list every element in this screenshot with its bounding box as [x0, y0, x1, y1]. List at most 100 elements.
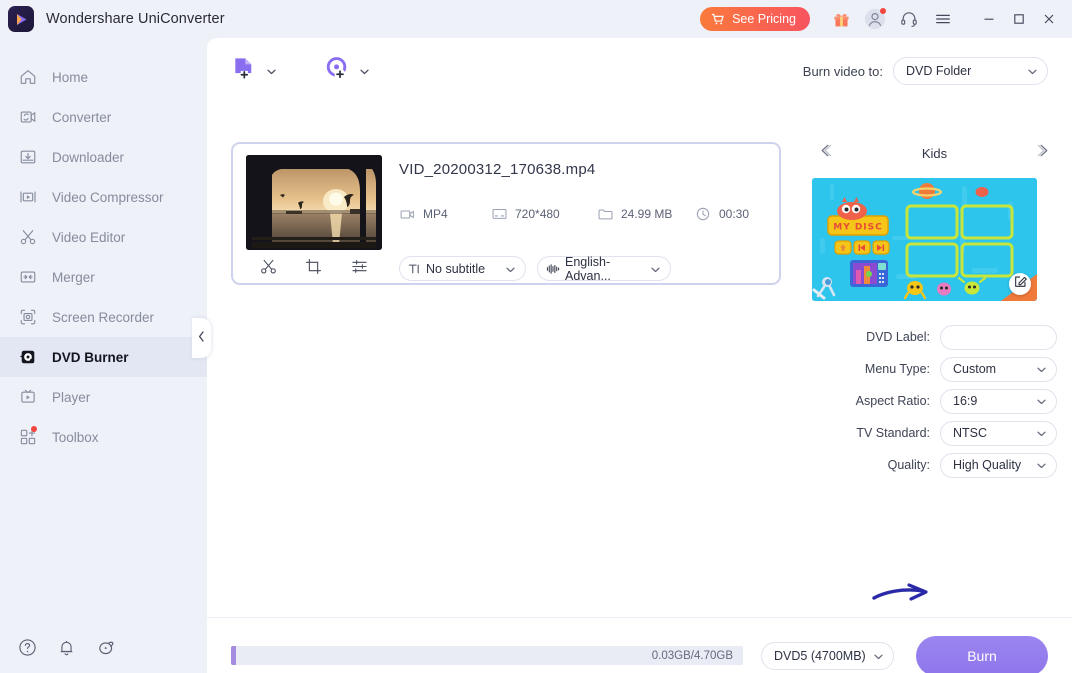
disc-capacity-bar: 0.03GB/4.70GB: [231, 646, 743, 665]
home-icon: [18, 67, 38, 87]
main-panel: Burn video to: DVD Folder VID_20200312_1…: [207, 38, 1072, 673]
sidebar-item-downloader[interactable]: Downloader: [0, 137, 207, 177]
sidebar-collapse-button[interactable]: [192, 318, 211, 358]
quality-select-label: Quality:: [887, 458, 930, 472]
close-button[interactable]: [1034, 4, 1064, 34]
file-card[interactable]: VID_20200312_170638.mp4 MP4 720*480 24.9…: [231, 142, 781, 285]
resolution-icon: [491, 206, 507, 222]
burn-video-to-group: Burn video to: DVD Folder: [803, 57, 1048, 85]
meta-resolution-value: 720*480: [515, 207, 560, 221]
sidebar-item-screen-recorder[interactable]: Screen Recorder: [0, 297, 207, 337]
chevron-down-icon: [1037, 362, 1046, 376]
chevron-down-icon: [1037, 426, 1046, 440]
add-file-icon: [231, 55, 258, 87]
menu-type-select-label: Menu Type:: [864, 362, 930, 376]
hamburger-menu-icon[interactable]: [928, 4, 958, 34]
aspect-ratio-select-value: 16:9: [953, 394, 978, 408]
file-name: VID_20200312_170638.mp4: [399, 161, 596, 178]
sidebar-item-merger[interactable]: Merger: [0, 257, 207, 297]
sidebar-item-label: Home: [52, 69, 89, 85]
sidebar-item-player[interactable]: Player: [0, 377, 207, 417]
sidebar-item-label: DVD Burner: [52, 349, 129, 365]
chevron-down-icon: [874, 649, 883, 663]
dvd-settings-form: DVD Label: Menu Type: Custom Aspect Ratio: 1…: [812, 321, 1057, 481]
meta-size-value: 24.99 MB: [621, 207, 673, 221]
disc-type-value: DVD5 (4700MB): [774, 648, 866, 663]
template-preview[interactable]: MY DISC: [812, 178, 1037, 301]
audio-track-select[interactable]: English-Advan...: [537, 254, 671, 283]
merger-icon: [18, 267, 38, 287]
template-navigator: Kids: [812, 138, 1057, 168]
window-controls: [974, 4, 1064, 34]
burn-button[interactable]: Burn: [916, 635, 1048, 673]
template-next-button[interactable]: [1031, 140, 1057, 166]
disc-capacity-text: 0.03GB/4.70GB: [651, 649, 733, 662]
trim-icon[interactable]: [257, 254, 281, 278]
menu-type-select[interactable]: Custom: [940, 356, 1057, 382]
sidebar-item-home[interactable]: Home: [0, 57, 207, 97]
meta-duration-value: 00:30: [719, 207, 750, 221]
chevron-left-icon: [198, 329, 205, 347]
video-compressor-icon: [18, 187, 38, 207]
chevron-down-icon: [1037, 394, 1046, 408]
edit-template-button[interactable]: [1009, 273, 1031, 295]
menu-type-select-value: Custom: [953, 362, 997, 376]
dvd-label-input[interactable]: [940, 324, 1057, 350]
help-icon[interactable]: [16, 636, 38, 658]
subtitle-icon: [408, 263, 421, 275]
scissors-icon: [18, 227, 38, 247]
see-pricing-button[interactable]: See Pricing: [700, 7, 810, 31]
sidebar-item-label: Downloader: [52, 149, 125, 165]
theme-icon[interactable]: [94, 636, 116, 658]
notification-bell-icon[interactable]: [55, 636, 77, 658]
sidebar-item-label: Merger: [52, 269, 95, 285]
subtitle-select[interactable]: No subtitle: [399, 256, 526, 281]
meta-format-value: MP4: [423, 207, 448, 221]
quality-select-value: High Quality: [953, 458, 1022, 472]
sidebar-item-label: Converter: [52, 109, 112, 125]
sidebar-item-toolbox[interactable]: Toolbox: [0, 417, 207, 457]
app-window: Wondershare UniConverter See Pricing Hom…: [0, 0, 1072, 673]
account-icon[interactable]: [860, 4, 890, 34]
tv-standard-select-row: TV Standard: NTSC: [812, 417, 1057, 449]
support-headset-icon[interactable]: [894, 4, 924, 34]
sidebar-item-video-compressor[interactable]: Video Compressor: [0, 177, 207, 217]
titlebar-icon-group: [826, 4, 958, 34]
track-selectors: No subtitle English-Advan...: [399, 254, 671, 283]
minimize-button[interactable]: [974, 4, 1004, 34]
quality-select[interactable]: High Quality: [940, 452, 1057, 478]
svg-text:MY DISC: MY DISC: [833, 223, 883, 233]
effects-icon[interactable]: [347, 254, 371, 278]
sidebar-item-label: Player: [52, 389, 91, 405]
cart-icon: [711, 13, 725, 26]
maximize-button[interactable]: [1004, 4, 1034, 34]
chevron-down-icon: [1028, 64, 1037, 78]
sidebar-nav: Home Converter Downloader Video Compressor V…: [0, 38, 207, 457]
video-thumbnail[interactable]: [246, 155, 382, 250]
meta-duration: 00:30: [695, 206, 749, 222]
sidebar-item-label: Video Editor: [52, 229, 126, 245]
add-disc-button[interactable]: [324, 55, 369, 87]
sidebar-item-video-editor[interactable]: Video Editor: [0, 217, 207, 257]
tv-standard-select-label: TV Standard:: [856, 426, 930, 440]
template-prev-button[interactable]: [812, 140, 838, 166]
tv-standard-select[interactable]: NTSC: [940, 420, 1057, 446]
folder-icon: [597, 206, 613, 222]
disc-type-select[interactable]: DVD5 (4700MB): [761, 641, 894, 670]
meta-format: MP4: [399, 206, 491, 222]
sidebar-item-dvd-burner[interactable]: DVD Burner: [0, 337, 207, 377]
add-files-button[interactable]: [231, 55, 276, 87]
aspect-ratio-select[interactable]: 16:9: [940, 388, 1057, 414]
clock-icon: [695, 206, 711, 222]
edit-pencil-icon: [1014, 275, 1027, 293]
crop-icon[interactable]: [302, 254, 326, 278]
burn-video-to-select[interactable]: DVD Folder: [893, 57, 1048, 85]
aspect-ratio-select-row: Aspect Ratio: 16:9: [812, 385, 1057, 417]
sidebar-item-label: Video Compressor: [52, 189, 164, 205]
subtitle-value: No subtitle: [426, 261, 486, 276]
sidebar-item-converter[interactable]: Converter: [0, 97, 207, 137]
burn-video-to-label: Burn video to:: [802, 63, 883, 79]
audio-track-value: English-Advan...: [565, 254, 611, 283]
title-bar: Wondershare UniConverter See Pricing: [0, 0, 1072, 38]
gift-icon[interactable]: [826, 4, 856, 34]
